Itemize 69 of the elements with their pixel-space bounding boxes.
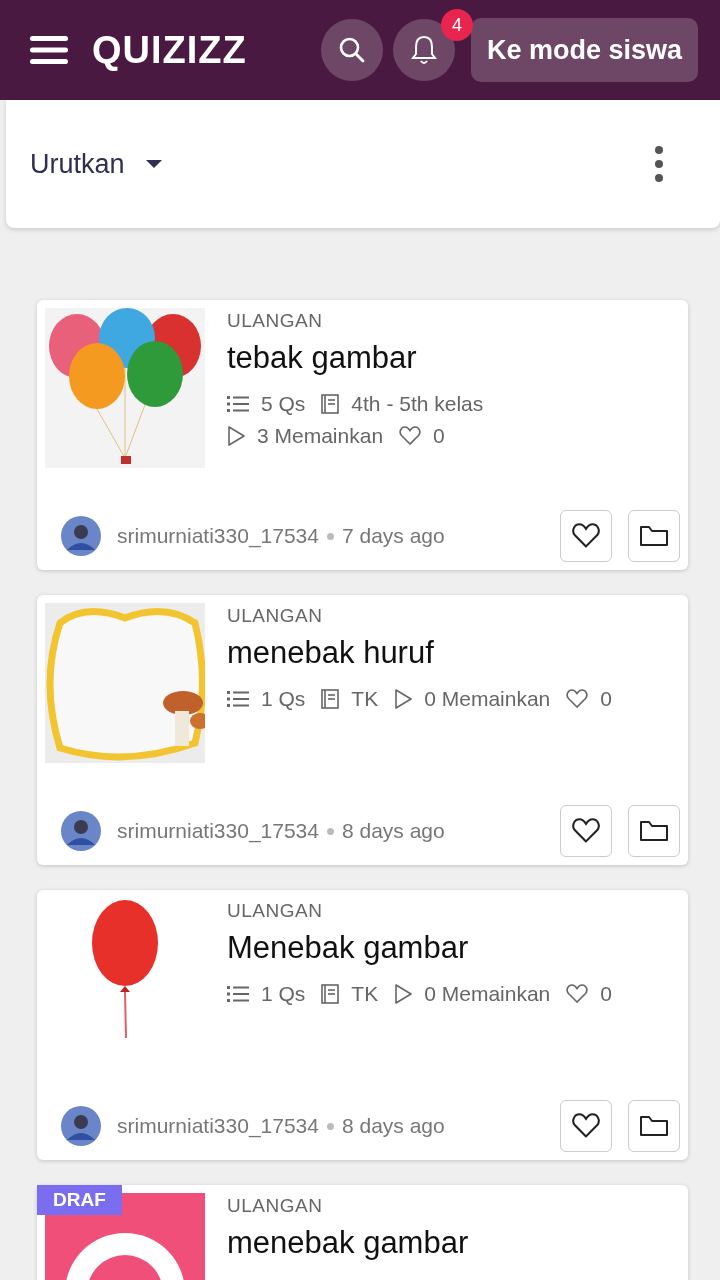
author-name[interactable]: srimurniati330_17534 bbox=[117, 1114, 319, 1138]
add-to-folder-button[interactable] bbox=[628, 805, 680, 857]
quiz-stat: 4th - 5th kelas bbox=[351, 392, 484, 416]
like-button[interactable] bbox=[560, 510, 612, 562]
avatar bbox=[61, 1106, 101, 1146]
draft-badge: DRAF bbox=[37, 1185, 122, 1215]
list-icon bbox=[227, 985, 249, 1003]
quiz-stat: 1 Qs bbox=[261, 687, 306, 711]
heart-icon bbox=[571, 818, 601, 844]
play-icon bbox=[227, 426, 245, 446]
notification-count: 4 bbox=[440, 9, 473, 41]
quiz-stat: 3 Memainkan bbox=[257, 424, 384, 448]
add-to-folder-button[interactable] bbox=[628, 510, 680, 562]
menu-icon[interactable] bbox=[30, 35, 68, 65]
quiz-title[interactable]: tebak gambar bbox=[227, 340, 484, 376]
heart-icon bbox=[571, 1113, 601, 1139]
quiz-stat: 0 bbox=[600, 687, 612, 711]
avatar bbox=[61, 811, 101, 851]
quiz-stat: 0 bbox=[600, 982, 612, 1006]
created-time: 8 days ago bbox=[341, 819, 445, 843]
folder-icon bbox=[640, 525, 668, 547]
separator-dot bbox=[326, 532, 334, 540]
folder-icon bbox=[640, 1115, 668, 1137]
created-time: 7 days ago bbox=[341, 524, 445, 548]
quiz-card[interactable]: ULANGAN tebak gambar 5 Qs 4th - 5th kelas 3 Memainkan 0 srimurniati330_17534 7 days ago bbox=[37, 300, 688, 570]
quiz-card[interactable]: ULANGAN Menebak gambar 1 Qs TK 0 Memainkan 0 srimurniati330_17534 8 days ago bbox=[37, 890, 688, 1160]
quiz-stat: 1 Qs bbox=[261, 982, 306, 1006]
quiz-stat: TK bbox=[351, 982, 379, 1006]
avatar bbox=[61, 516, 101, 556]
like-button[interactable] bbox=[560, 805, 612, 857]
list-icon bbox=[227, 690, 249, 708]
quiz-type: ULANGAN bbox=[227, 900, 324, 922]
quiz-title[interactable]: Menebak gambar bbox=[227, 930, 612, 966]
caret-icon bbox=[144, 159, 163, 169]
author-name[interactable]: srimurniati330_17534 bbox=[117, 524, 319, 548]
separator-dot bbox=[326, 827, 334, 835]
separator-dot bbox=[326, 1122, 334, 1130]
author-name[interactable]: srimurniati330_17534 bbox=[117, 819, 319, 843]
quiz-card[interactable]: ULANGAN menebak huruf 1 Qs TK 0 Memainkan 0 srimurniati330_17534 8 days ago bbox=[37, 595, 688, 865]
quiz-stat: 0 Memainkan bbox=[424, 687, 551, 711]
quiz-title[interactable]: menebak huruf bbox=[227, 635, 612, 671]
add-to-folder-button[interactable] bbox=[628, 1100, 680, 1152]
heart-icon bbox=[399, 426, 422, 446]
more-options-icon[interactable] bbox=[654, 145, 664, 183]
quiz-stat: 0 bbox=[433, 424, 445, 448]
book-icon bbox=[321, 689, 340, 709]
quiz-card[interactable]: DRAF ULANGAN menebak gambar bbox=[37, 1185, 688, 1280]
student-mode-button[interactable]: Ke mode siswa bbox=[470, 18, 698, 82]
heart-icon bbox=[566, 984, 589, 1004]
quiz-type: ULANGAN bbox=[227, 605, 324, 627]
heart-icon bbox=[566, 689, 589, 709]
quiz-stat: 5 Qs bbox=[261, 392, 306, 416]
play-icon bbox=[394, 689, 413, 709]
book-icon bbox=[321, 394, 340, 414]
book-icon bbox=[321, 984, 340, 1004]
bell-icon bbox=[408, 34, 439, 66]
quiz-type: ULANGAN bbox=[227, 1195, 324, 1217]
logo[interactable]: QUIZIZZ bbox=[92, 28, 247, 72]
created-time: 8 days ago bbox=[341, 1114, 445, 1138]
sort-dropdown[interactable]: Urutkan bbox=[30, 148, 163, 180]
folder-icon bbox=[640, 820, 668, 842]
like-button[interactable] bbox=[560, 1100, 612, 1152]
quiz-stat: 0 Memainkan bbox=[424, 982, 551, 1006]
play-icon bbox=[394, 984, 413, 1004]
quiz-title[interactable]: menebak gambar bbox=[227, 1225, 469, 1261]
quiz-stat: TK bbox=[351, 687, 379, 711]
list-icon bbox=[227, 395, 249, 413]
heart-icon bbox=[571, 523, 601, 549]
quiz-type: ULANGAN bbox=[227, 310, 324, 332]
